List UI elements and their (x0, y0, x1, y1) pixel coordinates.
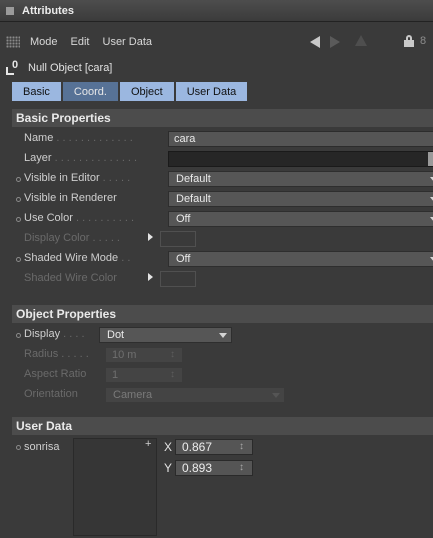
row-radius: Radius . . . . . 10 m ↕ (12, 345, 433, 365)
section-basic-properties[interactable]: Basic Properties (12, 109, 433, 127)
x-input[interactable]: 0.867 ↕ (175, 439, 253, 455)
object-header: 0 Null Object [cara] (0, 58, 433, 78)
animate-dot-icon[interactable] (16, 257, 21, 262)
menu-mode[interactable]: Mode (30, 36, 58, 48)
aspect-ratio-input[interactable]: 1 ↕ (105, 367, 183, 383)
visible-renderer-select[interactable]: Default (168, 191, 433, 207)
menu-user-data[interactable]: User Data (103, 36, 153, 48)
tab-object[interactable]: Object (119, 82, 174, 101)
name-input[interactable]: cara (168, 131, 433, 147)
nav-left-icon[interactable] (310, 36, 320, 48)
tab-basic[interactable]: Basic (12, 82, 61, 101)
object-name: Null Object [cara] (28, 62, 113, 74)
visible-renderer-label: Visible in Renderer (24, 192, 117, 204)
row-orientation: Orientation Camera (12, 385, 433, 405)
animate-dot-icon[interactable] (16, 333, 21, 338)
shaded-wire-mode-select[interactable]: Off (168, 251, 433, 267)
section-object-properties[interactable]: Object Properties (12, 305, 433, 323)
display-select[interactable]: Dot (99, 327, 232, 343)
shaded-wire-mode-label: Shaded Wire Mode . . (24, 252, 131, 264)
row-display-color: Display Color . . . . . (12, 229, 433, 249)
section-user-data[interactable]: User Data (12, 417, 433, 435)
expand-arrow-icon[interactable] (148, 273, 153, 281)
user-data-field-label: sonrisa (24, 441, 60, 453)
visible-editor-label: Visible in Editor . . . . . (24, 172, 131, 184)
menu-bar: Mode Edit User Data (0, 31, 433, 53)
use-color-select[interactable]: Off (168, 211, 433, 227)
layer-label: Layer . . . . . . . . . . . . . . (24, 152, 138, 164)
null-object-icon: 0 (6, 59, 22, 75)
display-color-swatch[interactable] (160, 231, 196, 247)
row-name: Name . . . . . . . . . . . . . cara (12, 129, 433, 149)
tab-user-data[interactable]: User Data (175, 82, 248, 101)
orientation-select[interactable]: Camera (105, 387, 285, 403)
y-label: Y (164, 461, 173, 475)
spinner-icon[interactable]: ↕ (239, 461, 244, 475)
layer-link-field[interactable] (168, 151, 433, 167)
x-label: X (164, 440, 173, 454)
spinner-icon[interactable]: ↕ (170, 348, 175, 362)
window-title: Attributes (22, 4, 74, 17)
window-icon (6, 6, 14, 15)
animate-dot-icon[interactable] (16, 445, 21, 450)
animate-dot-icon[interactable] (16, 217, 21, 222)
layer-browse-button[interactable] (428, 152, 433, 166)
tab-bar: Basic Coord. Object User Data (12, 82, 249, 101)
nav-right-icon[interactable] (330, 36, 340, 48)
spinner-icon[interactable]: ↕ (239, 440, 244, 454)
spinner-icon[interactable]: ↕ (170, 368, 175, 382)
visible-editor-select[interactable]: Default (168, 171, 433, 187)
pin-icon[interactable]: 8 (420, 35, 426, 47)
row-visible-renderer: Visible in Renderer Default (12, 189, 433, 209)
xy-graph-area[interactable] (73, 438, 157, 536)
lock-icon[interactable] (404, 35, 414, 47)
row-display: Display . . . . Dot (12, 325, 433, 345)
row-visible-editor: Visible in Editor . . . . . Default (12, 169, 433, 189)
row-aspect-ratio: Aspect Ratio 1 ↕ (12, 365, 433, 385)
nav-up-icon[interactable] (355, 35, 367, 46)
use-color-label: Use Color . . . . . . . . . . (24, 212, 135, 224)
grip-icon[interactable] (6, 36, 20, 48)
row-shaded-wire-mode: Shaded Wire Mode . . Off (12, 249, 433, 269)
row-shaded-wire-color: Shaded Wire Color (12, 269, 433, 289)
row-use-color: Use Color . . . . . . . . . . Off (12, 209, 433, 229)
tab-coord[interactable]: Coord. (62, 82, 118, 101)
row-layer: Layer . . . . . . . . . . . . . . (12, 149, 433, 169)
window-titlebar: Attributes (0, 0, 433, 22)
shaded-wire-color-swatch[interactable] (160, 271, 196, 287)
name-label: Name . . . . . . . . . . . . . (24, 132, 133, 144)
y-input[interactable]: 0.893 ↕ (175, 460, 253, 476)
menu-edit[interactable]: Edit (71, 36, 90, 48)
plus-icon[interactable]: + (145, 438, 151, 450)
animate-dot-icon[interactable] (16, 197, 21, 202)
animate-dot-icon[interactable] (16, 177, 21, 182)
expand-arrow-icon[interactable] (148, 233, 153, 241)
radius-input[interactable]: 10 m ↕ (105, 347, 183, 363)
